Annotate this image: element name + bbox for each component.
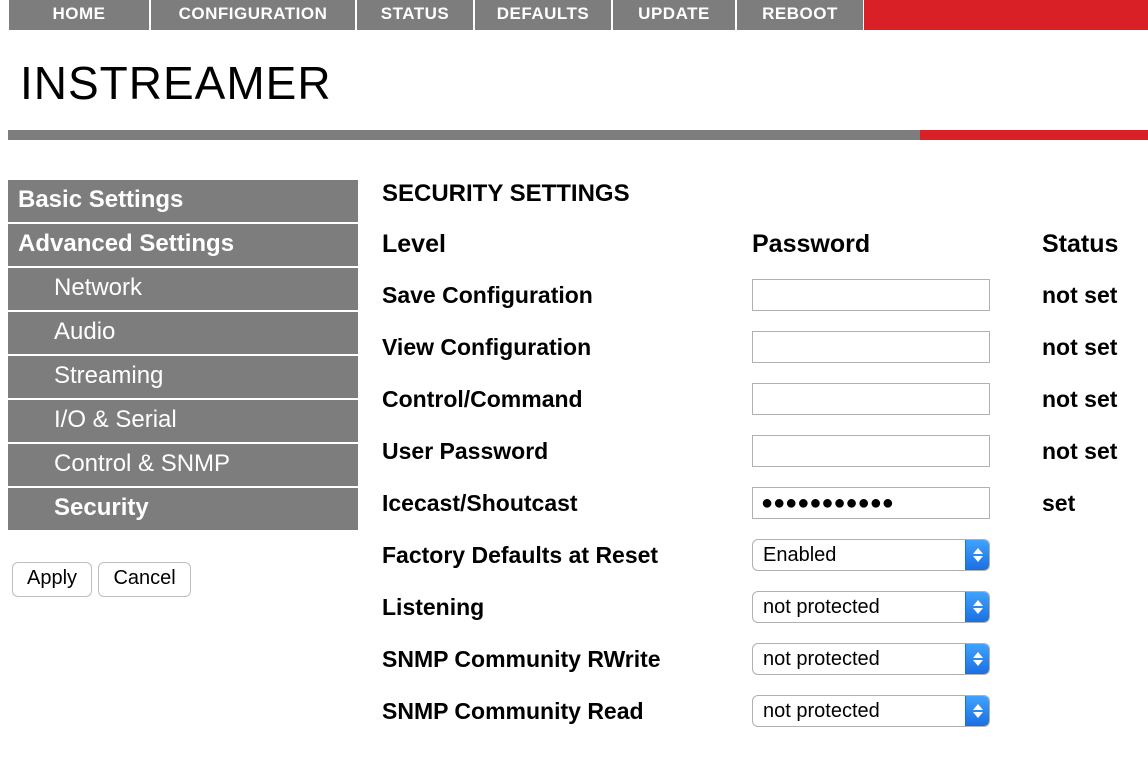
status-save-configuration: not set: [1032, 282, 1138, 309]
sidebar-item-network[interactable]: Network: [8, 268, 358, 312]
updown-icon: [965, 540, 989, 570]
label-user-password: User Password: [382, 438, 752, 465]
status-control-command: not set: [1032, 386, 1138, 413]
status-view-configuration: not set: [1032, 334, 1138, 361]
status-icecast-shoutcast: set: [1032, 490, 1138, 517]
label-save-configuration: Save Configuration: [382, 282, 752, 309]
nav-configuration[interactable]: CONFIGURATION: [150, 0, 356, 30]
row-save-configuration: Save Configuration not set: [382, 279, 1138, 311]
nav-defaults[interactable]: DEFAULTS: [474, 0, 612, 30]
sidebar-buttons: Apply Cancel: [8, 562, 358, 597]
sidebar-item-streaming[interactable]: Streaming: [8, 356, 358, 400]
top-nav: HOME CONFIGURATION STATUS DEFAULTS UPDAT…: [8, 0, 1148, 30]
header-password: Password: [752, 230, 1032, 259]
row-factory-defaults: Factory Defaults at Reset Enabled: [382, 539, 1138, 571]
nav-reboot[interactable]: REBOOT: [736, 0, 864, 30]
select-factory-defaults[interactable]: Enabled: [752, 539, 990, 571]
input-icecast-shoutcast[interactable]: [752, 487, 990, 519]
section-title: SECURITY SETTINGS: [382, 180, 1138, 208]
select-factory-defaults-value: Enabled: [753, 544, 965, 567]
label-snmp-read: SNMP Community Read: [382, 698, 752, 725]
input-view-configuration[interactable]: [752, 331, 990, 363]
sidebar-item-security[interactable]: Security: [8, 488, 358, 532]
apply-button[interactable]: Apply: [12, 562, 92, 597]
nav-spacer: [864, 0, 1148, 30]
app-title: INSTREAMER: [0, 30, 1148, 130]
nav-home[interactable]: HOME: [8, 0, 150, 30]
select-snmp-read-value: not protected: [753, 700, 965, 723]
sidebar: Basic Settings Advanced Settings Network…: [8, 180, 358, 597]
nav-update[interactable]: UPDATE: [612, 0, 736, 30]
input-user-password[interactable]: [752, 435, 990, 467]
title-divider: [8, 130, 1148, 140]
row-snmp-read: SNMP Community Read not protected: [382, 695, 1138, 727]
input-save-configuration[interactable]: [752, 279, 990, 311]
label-icecast-shoutcast: Icecast/Shoutcast: [382, 490, 752, 517]
header-level: Level: [382, 230, 752, 259]
select-snmp-rwrite[interactable]: not protected: [752, 643, 990, 675]
sidebar-item-audio[interactable]: Audio: [8, 312, 358, 356]
select-listening-value: not protected: [753, 596, 965, 619]
sidebar-item-io-serial[interactable]: I/O & Serial: [8, 400, 358, 444]
sidebar-item-control-snmp[interactable]: Control & SNMP: [8, 444, 358, 488]
sidebar-basic-settings[interactable]: Basic Settings: [8, 180, 358, 224]
sidebar-advanced-settings[interactable]: Advanced Settings: [8, 224, 358, 268]
updown-icon: [965, 696, 989, 726]
header-status: Status: [1032, 230, 1138, 259]
row-icecast-shoutcast: Icecast/Shoutcast set: [382, 487, 1138, 519]
header-row: Level Password Status: [382, 230, 1138, 259]
updown-icon: [965, 644, 989, 674]
label-control-command: Control/Command: [382, 386, 752, 413]
nav-status[interactable]: STATUS: [356, 0, 474, 30]
row-snmp-rwrite: SNMP Community RWrite not protected: [382, 643, 1138, 675]
updown-icon: [965, 592, 989, 622]
select-snmp-rwrite-value: not protected: [753, 648, 965, 671]
row-view-configuration: View Configuration not set: [382, 331, 1138, 363]
input-control-command[interactable]: [752, 383, 990, 415]
row-user-password: User Password not set: [382, 435, 1138, 467]
select-listening[interactable]: not protected: [752, 591, 990, 623]
content: SECURITY SETTINGS Level Password Status …: [382, 180, 1148, 747]
label-listening: Listening: [382, 594, 752, 621]
select-snmp-read[interactable]: not protected: [752, 695, 990, 727]
label-view-configuration: View Configuration: [382, 334, 752, 361]
status-user-password: not set: [1032, 438, 1138, 465]
row-control-command: Control/Command not set: [382, 383, 1138, 415]
cancel-button[interactable]: Cancel: [98, 562, 190, 597]
row-listening: Listening not protected: [382, 591, 1138, 623]
label-factory-defaults: Factory Defaults at Reset: [382, 542, 752, 569]
label-snmp-rwrite: SNMP Community RWrite: [382, 646, 752, 673]
